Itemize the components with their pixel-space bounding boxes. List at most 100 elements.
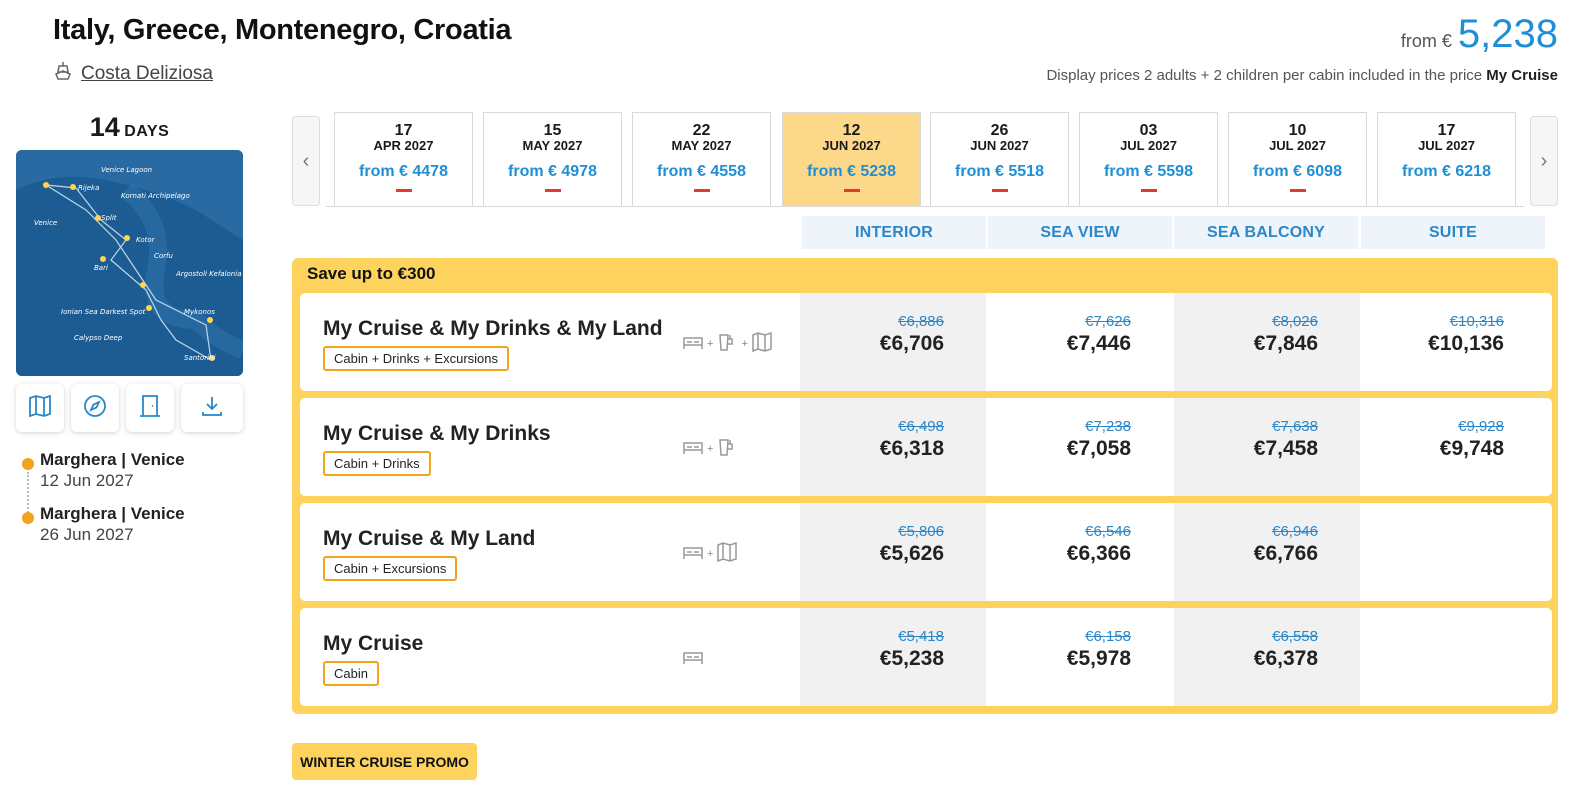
date-day: 12 <box>842 122 861 139</box>
door-icon <box>137 393 163 424</box>
date-option[interactable]: 15 MAY 2027 from € 4978 <box>483 112 622 206</box>
map-label: Venice <box>34 219 57 227</box>
discounted-price: €6,766 <box>1253 542 1318 565</box>
download-button[interactable] <box>181 384 243 432</box>
price-cell[interactable]: €6,946 €6,766 <box>1174 503 1360 601</box>
map-icon <box>751 331 773 356</box>
stop-dot <box>22 458 34 470</box>
carousel-prev-button[interactable]: ‹ <box>292 116 320 206</box>
display-note-text: Display prices 2 adults + 2 children per… <box>1046 67 1483 84</box>
excursions-button[interactable] <box>126 384 174 432</box>
price-cell[interactable]: €8,026 €7,846 <box>1174 293 1360 391</box>
date-option[interactable]: 10 JUL 2027 from € 6098 <box>1228 112 1367 206</box>
original-price: €6,886 <box>898 313 944 330</box>
carousel-baseline <box>326 206 1524 207</box>
winter-promo-button[interactable]: WINTER CRUISE PROMO <box>292 743 477 780</box>
map-icon <box>716 541 738 566</box>
map-label: Argostoli Kefalonia <box>175 270 241 278</box>
date-price: from € 4978 <box>508 163 597 180</box>
price-cell[interactable]: €7,638 €7,458 <box>1174 398 1360 496</box>
date-day: 17 <box>394 122 413 139</box>
price-cell[interactable]: €6,546 €6,366 <box>987 503 1173 601</box>
promo-indicator <box>843 189 860 192</box>
price-cell[interactable]: €5,418 €5,238 <box>800 608 986 706</box>
map-label: Santorini <box>184 354 215 362</box>
date-option[interactable]: 17 APR 2027 from € 4478 <box>334 112 473 206</box>
original-price: €7,626 <box>1085 313 1131 330</box>
bed-icon <box>682 541 704 566</box>
original-price: €9,928 <box>1458 418 1504 435</box>
stop-port: Marghera | Venice <box>40 450 185 469</box>
discounted-price: €5,978 <box>1066 647 1131 670</box>
date-carousel: ‹ 17 APR 2027 from € 4478 15 MAY 2027 from € … <box>292 112 1558 208</box>
package-name: My Cruise <box>323 632 424 655</box>
price-cell[interactable]: €6,886 €6,706 <box>800 293 986 391</box>
map-label: Venice Lagoon <box>101 166 152 174</box>
date-price: from € 5238 <box>807 163 896 180</box>
package-row: My Cruise Cabin €5,418 €5,238 €6,158 €5,978 €6… <box>300 608 1552 706</box>
original-price: €5,418 <box>898 628 944 645</box>
price-cell[interactable]: €9,928 €9,748 <box>1360 398 1546 496</box>
cabin-header: INTERIOR <box>802 216 986 249</box>
date-option[interactable]: 12 JUN 2027 from € 5238 <box>782 112 921 206</box>
ship-name[interactable]: Costa Deliziosa <box>81 63 213 85</box>
map-icon <box>27 393 53 424</box>
date-month: JUL 2027 <box>1120 138 1177 153</box>
display-prices-note: Display prices 2 adults + 2 children per… <box>1046 67 1558 84</box>
plus-sign: + <box>707 442 714 455</box>
package-name: My Cruise & My Land <box>323 527 536 550</box>
date-option[interactable]: 22 MAY 2027 from € 4558 <box>632 112 771 206</box>
original-price: €5,806 <box>898 523 944 540</box>
stop-date: 12 Jun 2027 <box>40 471 134 490</box>
stop-departure: Marghera | Venice 12 Jun 2027 <box>22 450 185 504</box>
carousel-next-button[interactable]: › <box>1530 116 1558 206</box>
plus-sign: + <box>741 337 748 350</box>
date-option[interactable]: 03 JUL 2027 from € 5598 <box>1079 112 1218 206</box>
promo-indicator <box>1289 189 1306 192</box>
date-option[interactable]: 17 JUL 2027 from € 6218 <box>1377 112 1516 206</box>
date-price: from € 6098 <box>1253 163 1342 180</box>
price-cell[interactable]: €6,558 €6,378 <box>1174 608 1360 706</box>
from-price: from € 5,238 <box>1401 12 1558 57</box>
discounted-price: €9,748 <box>1439 437 1504 460</box>
original-price: €8,026 <box>1272 313 1318 330</box>
price-cell[interactable]: €6,498 €6,318 <box>800 398 986 496</box>
package-icons <box>682 646 704 671</box>
itinerary-map[interactable]: Venice Lagoon Rijeka Kornati Archipelago Ve… <box>16 150 243 376</box>
map-label: Kotor <box>136 236 156 244</box>
price-cell[interactable]: €6,158 €5,978 <box>987 608 1173 706</box>
map-label: Split <box>101 214 117 222</box>
price-cell[interactable]: €7,238 €7,058 <box>987 398 1173 496</box>
package-tag: Cabin + Excursions <box>323 556 458 581</box>
chevron-left-icon: ‹ <box>302 149 310 172</box>
price-cell[interactable]: €10,316 €10,136 <box>1360 293 1546 391</box>
discounted-price: €7,458 <box>1253 437 1318 460</box>
date-day: 03 <box>1139 122 1158 139</box>
compass-icon <box>82 393 108 424</box>
discounted-price: €6,366 <box>1066 542 1131 565</box>
bed-icon <box>682 331 704 356</box>
date-day: 26 <box>990 122 1009 139</box>
itinerary-stops: Marghera | Venice 12 Jun 2027 Marghera |… <box>22 450 185 558</box>
discounted-price: €7,846 <box>1253 332 1318 355</box>
date-day: 15 <box>543 122 562 139</box>
date-day: 17 <box>1437 122 1456 139</box>
ship-link[interactable]: Costa Deliziosa <box>53 60 213 88</box>
stop-arrival: Marghera | Venice 26 Jun 2027 <box>22 504 185 558</box>
promo-indicator <box>991 189 1008 192</box>
explore-button[interactable] <box>71 384 119 432</box>
price-cell[interactable]: €7,626 €7,446 <box>987 293 1173 391</box>
cabin-header: SEA BALCONY <box>1174 216 1358 249</box>
price-cell[interactable]: €5,806 €5,626 <box>800 503 986 601</box>
drink-icon <box>716 436 738 461</box>
original-price: €6,558 <box>1272 628 1318 645</box>
map-view-button[interactable] <box>16 384 64 432</box>
promo-indicator <box>395 189 412 192</box>
promo-block: Save up to €300 My Cruise & My Drinks & … <box>292 258 1558 714</box>
original-price: €7,238 <box>1085 418 1131 435</box>
date-option[interactable]: 26 JUN 2027 from € 5518 <box>930 112 1069 206</box>
promo-indicator <box>544 189 561 192</box>
map-toolbar <box>16 384 243 432</box>
original-price: €6,158 <box>1085 628 1131 645</box>
package-icons: + + <box>682 331 773 356</box>
